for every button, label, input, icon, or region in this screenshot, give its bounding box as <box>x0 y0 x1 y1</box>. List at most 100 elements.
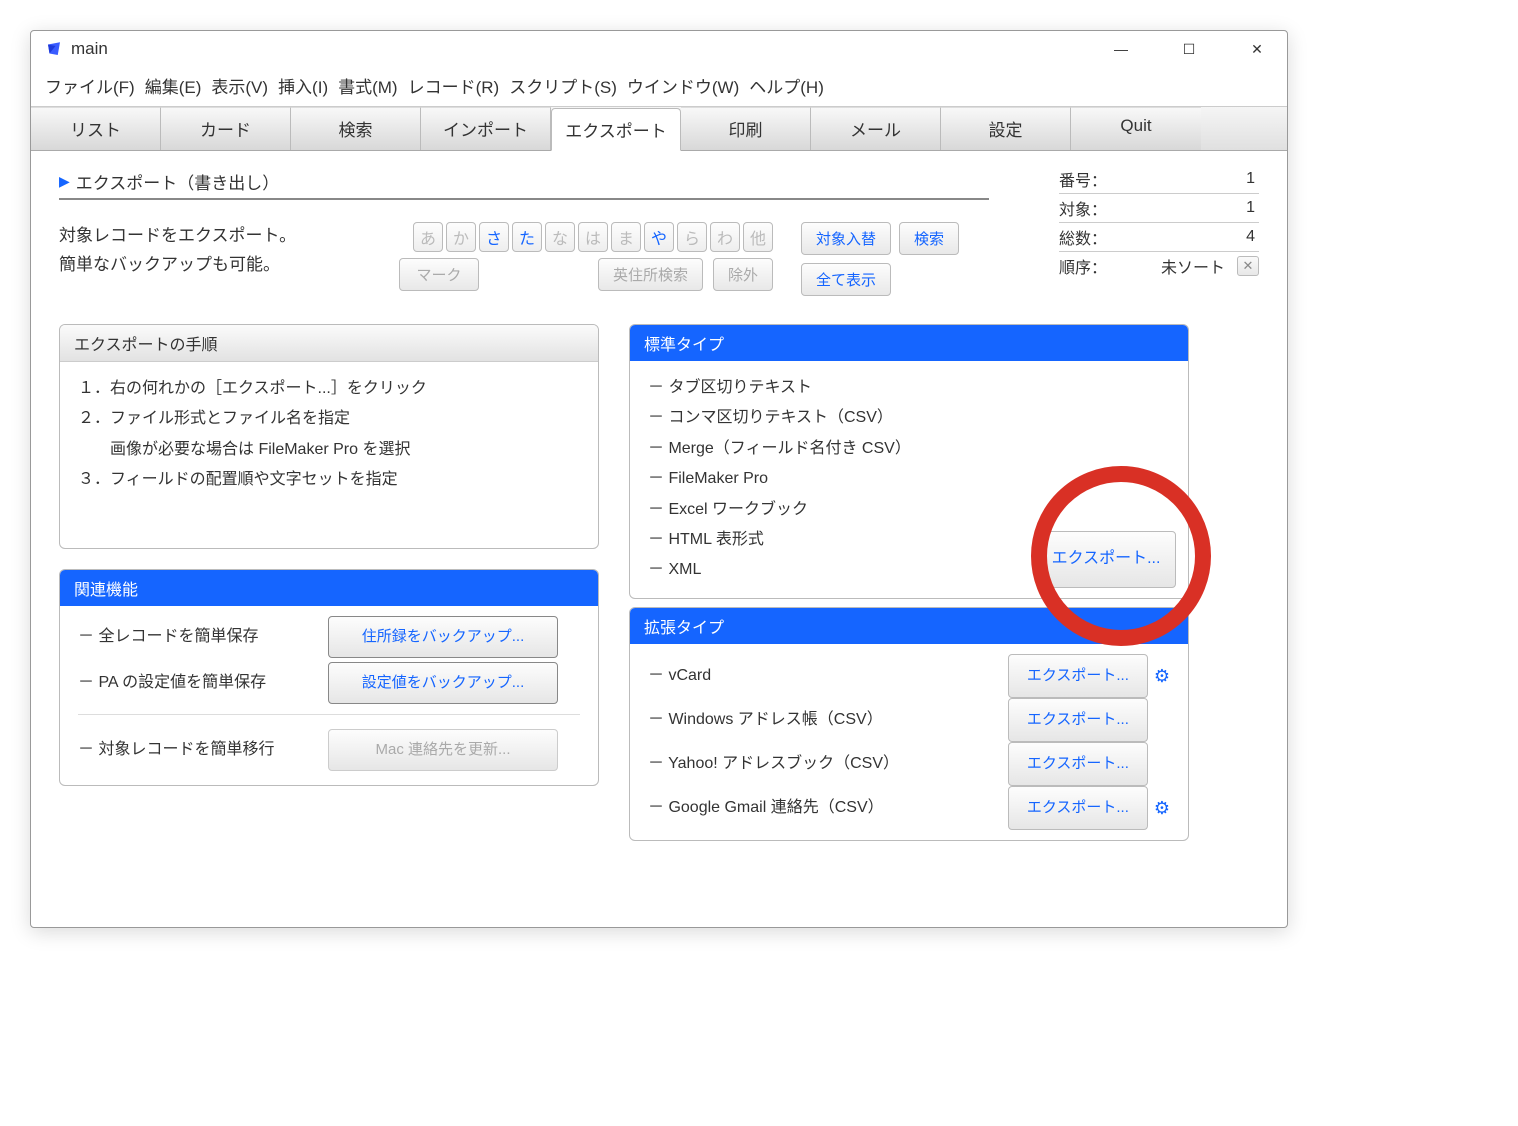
export-vcard-button[interactable]: エクスポート... <box>1008 654 1148 698</box>
minimize-button[interactable]: — <box>1105 37 1137 61</box>
menu-file[interactable]: ファイル(F) <box>41 73 139 98</box>
panels: エクスポートの手順 １．右の何れかの［エクスポート...］をクリック ２．ファイ… <box>59 324 1259 841</box>
std-item4: － Excel ワークブック <box>648 495 1170 525</box>
stat-total-label: 総数： <box>1059 225 1115 249</box>
procedure-step2b: 画像が必要な場合は FileMaker Pro を選択 <box>78 435 580 465</box>
ext-item2: － Yahoo! アドレスブック（CSV） <box>648 748 1008 780</box>
swap-target-button[interactable]: 対象入替 <box>801 222 891 255</box>
stat-order-label: 順序： <box>1059 254 1115 278</box>
kana-9[interactable]: わ <box>710 222 740 252</box>
std-item1: － コンマ区切りテキスト（CSV） <box>648 403 1170 433</box>
kana-4[interactable]: な <box>545 222 575 252</box>
kana-7[interactable]: や <box>644 222 674 252</box>
procedure-step2: ２．ファイル形式とファイル名を指定 <box>78 404 580 434</box>
gear-icon[interactable]: ⚙ <box>1154 658 1170 694</box>
update-mac-contacts-button[interactable]: Mac 連絡先を更新... <box>328 729 558 771</box>
window-title: main <box>71 39 108 59</box>
kana-0[interactable]: あ <box>413 222 443 252</box>
related-item1: － 全レコードを簡単保存 <box>78 621 328 653</box>
kana-1[interactable]: か <box>446 222 476 252</box>
action-column: 対象入替 検索 全て表示 <box>801 222 959 296</box>
std-item3: － FileMaker Pro <box>648 464 1170 494</box>
tab-export[interactable]: エクスポート <box>551 108 681 151</box>
kana-2[interactable]: さ <box>479 222 509 252</box>
kana-10[interactable]: 他 <box>743 222 773 252</box>
stat-num-label: 番号： <box>1059 167 1115 191</box>
related-item2: － PA の設定値を簡単保存 <box>78 667 328 699</box>
menu-script[interactable]: スクリプト(S) <box>505 73 621 98</box>
menu-edit[interactable]: 編集(E) <box>141 73 206 98</box>
procedure-head: エクスポートの手順 <box>60 325 598 362</box>
record-stats: 番号： 1 対象： 1 総数： 4 順序： 未ソート ✕ <box>1059 165 1259 280</box>
procedure-step1: １．右の何れかの［エクスポート...］をクリック <box>78 374 580 404</box>
tab-list[interactable]: リスト <box>31 107 161 150</box>
export-yahoo-button[interactable]: エクスポート... <box>1008 742 1148 786</box>
related-item3: － 対象レコードを簡単移行 <box>78 734 328 766</box>
std-item0: － タブ区切りテキスト <box>648 373 1170 403</box>
maximize-button[interactable]: ☐ <box>1173 37 1205 61</box>
tabbar: リスト カード 検索 インポート エクスポート 印刷 メール 設定 Quit <box>31 106 1287 151</box>
stat-target-value: 1 <box>1246 199 1259 217</box>
app-icon <box>45 40 63 58</box>
tab-card[interactable]: カード <box>161 107 291 150</box>
ext-item0: － vCard <box>648 660 1008 692</box>
standard-head: 標準タイプ <box>630 325 1188 361</box>
titlebar: main — ☐ ✕ <box>31 31 1287 67</box>
tab-import[interactable]: インポート <box>421 107 551 150</box>
menu-view[interactable]: 表示(V) <box>207 73 272 98</box>
extended-head: 拡張タイプ <box>630 608 1188 644</box>
description: 対象レコードをエクスポート。 簡単なバックアップも可能。 <box>59 222 399 280</box>
stat-target-label: 対象： <box>1059 196 1115 220</box>
menubar: ファイル(F) 編集(E) 表示(V) 挿入(I) 書式(M) レコード(R) … <box>31 67 1287 106</box>
backup-settings-button[interactable]: 設定値をバックアップ... <box>328 662 558 704</box>
std-item2: － Merge（フィールド名付き CSV） <box>648 434 1170 464</box>
tab-print[interactable]: 印刷 <box>681 107 811 150</box>
triangle-icon: ▶ <box>59 173 70 190</box>
tab-quit[interactable]: Quit <box>1071 107 1201 150</box>
kana-5[interactable]: は <box>578 222 608 252</box>
search-button[interactable]: 検索 <box>899 222 959 255</box>
extended-type-panel: 拡張タイプ － vCardエクスポート...⚙ － Windows アドレス帳（… <box>629 607 1189 841</box>
menu-insert[interactable]: 挿入(I) <box>274 73 332 98</box>
ext-item3: － Google Gmail 連絡先（CSV） <box>648 792 1008 824</box>
content: ▶ エクスポート（書き出し） 番号： 1 対象： 1 総数： 4 順序： 未ソート ✕ 対… <box>31 151 1287 859</box>
related-panel: 関連機能 － 全レコードを簡単保存住所録をバックアップ... － PA の設定値… <box>59 569 599 786</box>
app-window: main — ☐ ✕ ファイル(F) 編集(E) 表示(V) 挿入(I) 書式(… <box>30 30 1288 928</box>
export-gmail-button[interactable]: エクスポート... <box>1008 786 1148 830</box>
procedure-step3: ３．フィールドの配置順や文字セットを指定 <box>78 465 580 495</box>
sort-clear-button[interactable]: ✕ <box>1237 256 1259 276</box>
desc-line2: 簡単なバックアップも可能。 <box>59 251 399 280</box>
section-header: ▶ エクスポート（書き出し） <box>59 169 989 200</box>
kana-filter: あかさたなはまやらわ他 <box>413 222 773 252</box>
exclude-button[interactable]: 除外 <box>713 258 773 291</box>
stat-num-value: 1 <box>1246 170 1259 188</box>
gear-icon[interactable]: ⚙ <box>1154 790 1170 826</box>
standard-type-panel: 標準タイプ － タブ区切りテキスト － コンマ区切りテキスト（CSV） － Me… <box>629 324 1189 599</box>
window-controls: — ☐ ✕ <box>1105 37 1273 61</box>
standard-export-button[interactable]: エクスポート... <box>1036 531 1176 587</box>
mark-button[interactable]: マーク <box>399 258 479 291</box>
tab-mail[interactable]: メール <box>811 107 941 150</box>
stat-order-value: 未ソート <box>1161 254 1229 278</box>
related-head: 関連機能 <box>60 570 598 606</box>
export-windows-button[interactable]: エクスポート... <box>1008 698 1148 742</box>
menu-format[interactable]: 書式(M) <box>334 73 401 98</box>
close-button[interactable]: ✕ <box>1241 37 1273 61</box>
menu-window[interactable]: ウインドウ(W) <box>623 73 743 98</box>
kana-group: あかさたなはまやらわ他 マーク 英住所検索 除外 <box>399 222 773 291</box>
section-title: エクスポート（書き出し） <box>76 169 280 194</box>
ext-item1: － Windows アドレス帳（CSV） <box>648 704 1008 736</box>
show-all-button[interactable]: 全て表示 <box>801 263 891 296</box>
tab-settings[interactable]: 設定 <box>941 107 1071 150</box>
tab-search[interactable]: 検索 <box>291 107 421 150</box>
menu-record[interactable]: レコード(R) <box>404 73 504 98</box>
kana-6[interactable]: ま <box>611 222 641 252</box>
backup-addressbook-button[interactable]: 住所録をバックアップ... <box>328 616 558 658</box>
procedure-panel: エクスポートの手順 １．右の何れかの［エクスポート...］をクリック ２．ファイ… <box>59 324 599 549</box>
kana-3[interactable]: た <box>512 222 542 252</box>
stat-total-value: 4 <box>1246 228 1259 246</box>
menu-help[interactable]: ヘルプ(H) <box>745 73 828 98</box>
address-search-button[interactable]: 英住所検索 <box>598 258 703 291</box>
desc-line1: 対象レコードをエクスポート。 <box>59 222 399 251</box>
kana-8[interactable]: ら <box>677 222 707 252</box>
